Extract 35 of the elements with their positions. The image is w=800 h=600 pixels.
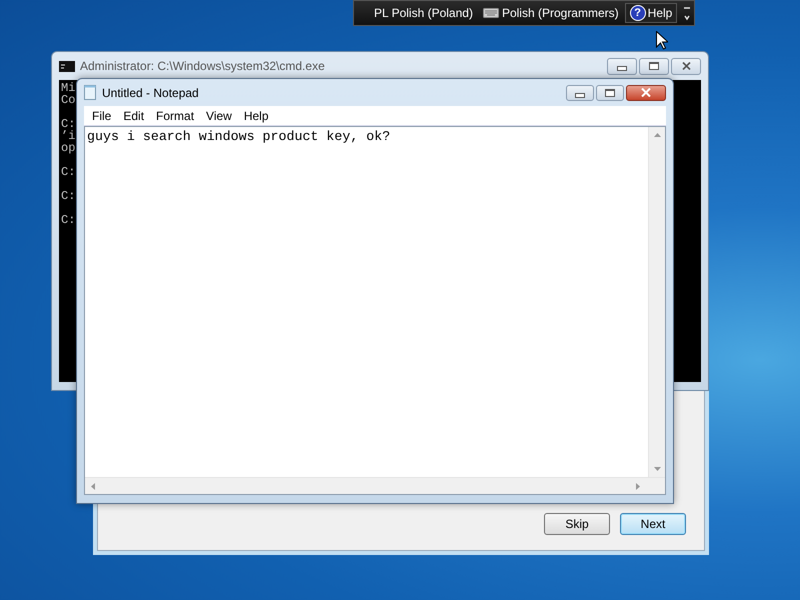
notepad-icon	[84, 85, 96, 100]
menu-item[interactable]: File	[86, 108, 118, 122]
help-button[interactable]: ? Help	[624, 3, 678, 23]
window-title: Administrator: C:\Windows\system32\cmd.exe	[80, 59, 325, 73]
close-icon	[682, 62, 690, 70]
close-button[interactable]	[626, 84, 666, 100]
console-line: C:	[61, 190, 76, 202]
menu-item[interactable]: View	[200, 108, 238, 122]
minimize-button[interactable]	[607, 58, 637, 74]
console-line: ’i	[61, 130, 76, 142]
keyboard-icon	[482, 8, 499, 18]
menu-item[interactable]: Edit	[117, 108, 150, 122]
console-line: Mi	[61, 82, 76, 94]
console-line: Co	[61, 94, 76, 106]
minimize-button[interactable]	[566, 84, 594, 100]
help-icon: ?	[630, 5, 646, 21]
window-title: Untitled - Notepad	[102, 86, 199, 100]
document-text: guys i search windows product key, ok?	[86, 128, 392, 146]
next-button[interactable]: Next	[620, 513, 686, 535]
menu-item[interactable]: Format	[150, 108, 200, 122]
console-icon	[59, 60, 75, 72]
console-line: C:	[61, 214, 76, 226]
skip-button[interactable]: Skip	[544, 513, 610, 535]
menu-item[interactable]: Help	[238, 108, 275, 122]
close-button[interactable]	[671, 58, 701, 74]
console-line: C:	[61, 166, 76, 178]
maximize-button[interactable]	[639, 58, 669, 74]
close-icon	[641, 88, 651, 97]
input-language[interactable]: PL Polish (Poland)	[374, 6, 473, 20]
mouse-pointer-icon	[656, 31, 668, 50]
console-line: op	[61, 142, 76, 154]
text-editor[interactable]: guys i search windows product key, ok?	[84, 126, 666, 495]
maximize-button[interactable]	[596, 84, 624, 100]
console-line: C:	[61, 118, 76, 130]
keyboard-layout[interactable]: Polish (Programmers)	[502, 6, 619, 20]
